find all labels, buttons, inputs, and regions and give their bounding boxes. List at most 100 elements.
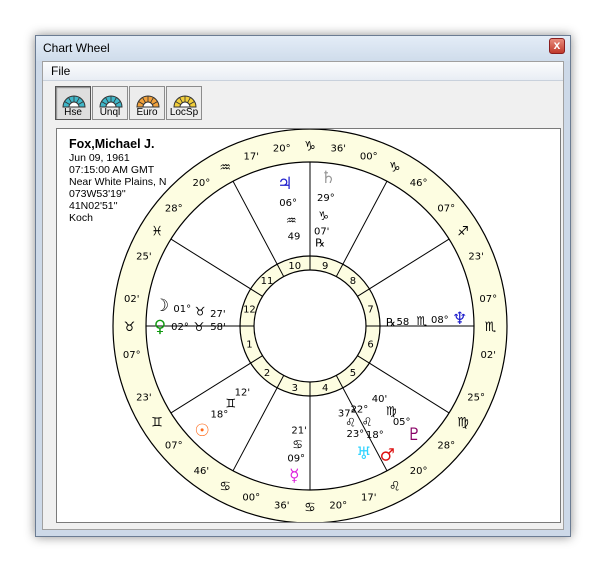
menu-bar: File	[43, 62, 563, 81]
house-number: 12	[243, 305, 256, 316]
planet-degree: 09°	[287, 453, 305, 464]
retrograde-icon: ℞	[315, 237, 325, 250]
planet-sign-glyph: ♍	[386, 404, 397, 418]
cusp-degree: 20°	[273, 144, 291, 155]
house-number: 7	[367, 305, 373, 316]
cusp-sign-glyph: ♋	[304, 501, 316, 516]
cusp-degree: 25°	[467, 393, 485, 404]
cusp-degree: 07°	[479, 294, 497, 305]
planet-minute: 49	[288, 231, 301, 242]
planet-mars-icon: ♂	[380, 446, 395, 466]
cusp-degree: 20°	[193, 178, 211, 189]
house-number: 4	[322, 383, 328, 394]
toolbar-button-euro[interactable]: Euro	[129, 86, 165, 120]
planet-moon-icon: ☽	[154, 296, 169, 316]
cusp-minute: 23'	[136, 393, 151, 404]
cusp-sign-glyph: ♑	[389, 161, 401, 176]
chart-wheel-window: Chart Wheel x File Hse Unql Euro LocSp Fox,…	[35, 35, 571, 537]
window-client: File Hse Unql Euro LocSp Fox,Michael J. Jun…	[42, 61, 564, 530]
planet-degree: 18°	[210, 410, 228, 421]
chart-area: Fox,Michael J. Jun 09, 1961 07:15:00 AM …	[56, 128, 561, 523]
toolbar-button-locsp[interactable]: LocSp	[166, 86, 202, 120]
planet-mercury-icon: ☿	[289, 466, 299, 486]
cusp-minute: 36'	[274, 500, 289, 511]
planet-sign-glyph: ♉	[195, 305, 206, 319]
retrograde-icon: ℞	[386, 316, 396, 329]
cusp-sign-glyph: ♐	[457, 224, 469, 239]
planet-sign-glyph: ♑	[318, 209, 329, 223]
cusp-degree: 00°	[360, 151, 378, 162]
planet-degree: 05°	[393, 417, 411, 428]
house-number: 8	[350, 276, 356, 287]
house-number: 2	[264, 368, 270, 379]
cusp-degree: 07°	[437, 204, 455, 215]
planet-degree: 01°	[173, 304, 191, 315]
cusp-minute: 02'	[124, 294, 139, 305]
toolbar-button-label: LocSp	[169, 107, 199, 118]
window-title: Chart Wheel	[43, 41, 110, 55]
house-number: 10	[288, 261, 301, 272]
cusp-sign-glyph: ♑	[304, 140, 316, 155]
planet-minute: 27'	[210, 309, 225, 320]
planet-degree: 23°	[346, 429, 364, 440]
planet-sign-glyph: ♊	[225, 396, 236, 410]
cusp-sign-glyph: ♌	[389, 479, 401, 494]
cusp-minute: 36'	[330, 144, 345, 155]
planet-jupiter-icon: ♃	[277, 174, 292, 194]
cusp-minute: 46°	[410, 178, 428, 189]
planet-minute: 58'	[210, 322, 225, 333]
local-space-icon	[173, 95, 197, 108]
cusp-sign-glyph: ♊	[151, 416, 163, 431]
planet-sign-glyph: ♉	[194, 320, 205, 334]
toolbar-button-label: Hse	[64, 107, 82, 118]
cusp-degree: 25'	[136, 251, 151, 262]
house-number: 1	[246, 339, 252, 350]
planet-uranus-icon: ♅	[356, 444, 371, 464]
planet-sign-glyph: ♌	[362, 415, 373, 429]
cusp-degree: 20°	[410, 466, 428, 477]
cusp-minute: 46'	[194, 466, 209, 477]
menu-file[interactable]: File	[51, 64, 70, 78]
planet-sun-icon: ☉	[194, 421, 209, 441]
toolbar-button-label: Unql	[99, 107, 121, 118]
cusp-sign-glyph: ♏	[485, 320, 497, 335]
cusp-degree: 20°	[329, 500, 347, 511]
toolbar-button-label: Euro	[136, 107, 158, 118]
cusp-minute: 28°	[165, 204, 183, 215]
title-bar[interactable]: Chart Wheel x	[36, 36, 570, 61]
planet-degree: 02°	[171, 322, 189, 333]
cusp-sign-glyph: ♒	[219, 161, 231, 176]
cusp-sign-glyph: ♉	[124, 320, 136, 335]
planet-minute: 40'	[372, 394, 387, 405]
close-button[interactable]: x	[549, 38, 565, 54]
cusp-degree: 07°	[123, 350, 141, 361]
planet-degree: 06°	[279, 198, 297, 209]
planet-degree: 18°	[366, 430, 384, 441]
planet-minute: 37°	[338, 409, 356, 420]
chart-wheel: 123 456789101112♉07°02'♊07°23'♋00°46'♋ 20°…	[112, 129, 508, 522]
planet-sign-glyph: ♒	[286, 214, 297, 228]
cusp-minute: 17'	[243, 151, 258, 162]
planet-sign-glyph: ♏	[416, 314, 427, 328]
cusp-sign-glyph: ♓	[151, 224, 163, 239]
planet-minute: 21'	[291, 425, 306, 436]
planet-venus-icon: ♀	[154, 317, 166, 337]
cusp-sign-glyph: ♋	[219, 479, 231, 494]
house-number: 3	[292, 383, 298, 394]
cusp-sign-glyph: ♍	[457, 416, 469, 431]
planet-minute: 58	[397, 317, 410, 328]
cusp-minute: 23'	[468, 251, 483, 262]
euro-wheel-icon	[136, 95, 160, 108]
planet-neptune-icon: ♆	[452, 309, 467, 329]
house-number: 9	[322, 261, 328, 272]
toolbar-button-unql[interactable]: Unql	[92, 86, 128, 120]
house-number: 5	[350, 368, 356, 379]
house-number: 11	[261, 276, 274, 287]
house-wheel-icon	[62, 95, 86, 108]
cusp-minute: 17'	[361, 493, 376, 504]
planet-saturn-icon: ♄	[321, 168, 336, 188]
toolbar-button-hse[interactable]: Hse	[55, 86, 91, 120]
cusp-minute: 02'	[481, 350, 496, 361]
cusp-degree: 00°	[242, 493, 260, 504]
planet-sign-glyph: ♋	[292, 437, 303, 451]
